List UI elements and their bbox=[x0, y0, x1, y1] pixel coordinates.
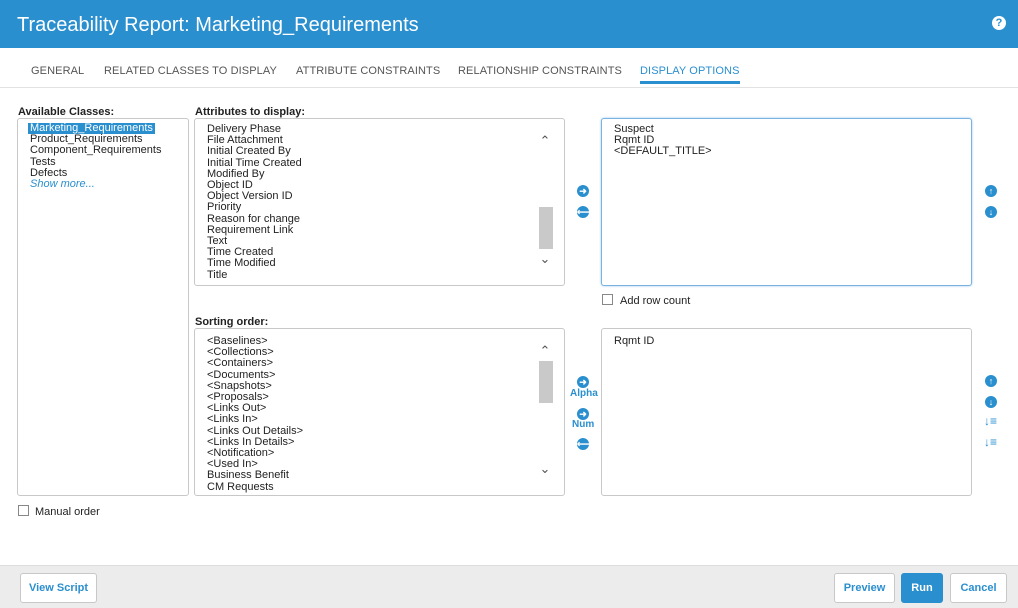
tab-bar: GENERAL RELATED CLASSES TO DISPLAY ATTRI… bbox=[0, 48, 1018, 88]
selected-attributes-list[interactable]: Suspect Rqmt ID <DEFAULT_TITLE> bbox=[601, 118, 972, 286]
sorting-scrollbar[interactable] bbox=[539, 361, 553, 403]
selected-attribute-item[interactable]: <DEFAULT_TITLE> bbox=[614, 146, 712, 157]
scroll-up-icon[interactable]: ⌃ bbox=[538, 133, 552, 149]
tab-general[interactable]: GENERAL bbox=[31, 65, 84, 77]
footer-bar: View Script Preview Run Cancel bbox=[0, 565, 1018, 608]
arrow-up-circle-icon[interactable]: ↑ bbox=[985, 185, 997, 197]
selected-sort-item[interactable]: Rqmt ID bbox=[614, 335, 654, 347]
question-icon[interactable]: ? bbox=[992, 16, 1006, 30]
show-more-link[interactable]: Show more... bbox=[30, 178, 161, 190]
arrow-left-circle-icon[interactable]: ⟵ bbox=[577, 206, 590, 218]
arrow-left-circle-icon[interactable]: ⟵ bbox=[577, 438, 590, 450]
add-row-count-label: Add row count bbox=[620, 295, 691, 307]
manual-order-label: Manual order bbox=[35, 506, 100, 518]
tab-attribute-constraints[interactable]: ATTRIBUTE CONSTRAINTS bbox=[296, 65, 440, 77]
attribute-item[interactable]: Time Modified bbox=[207, 258, 302, 269]
scrollbar-thumb[interactable] bbox=[539, 361, 553, 403]
attributes-list[interactable]: Delivery Phase File Attachment Initial C… bbox=[194, 118, 565, 286]
manual-order-checkbox[interactable] bbox=[18, 505, 29, 516]
class-item-component-requirements[interactable]: Component_Requirements bbox=[30, 145, 161, 156]
available-classes-label: Available Classes: bbox=[18, 106, 115, 118]
view-script-button[interactable]: View Script bbox=[20, 573, 97, 603]
sorting-order-label: Sorting order: bbox=[195, 316, 269, 328]
tab-relationship-constraints[interactable]: RELATIONSHIP CONSTRAINTS bbox=[458, 65, 622, 77]
tab-related-classes[interactable]: RELATED CLASSES TO DISPLAY bbox=[104, 65, 277, 77]
selected-sorting-list[interactable]: Rqmt ID bbox=[601, 328, 972, 496]
arrow-up-circle-icon[interactable]: ↑ bbox=[985, 375, 997, 387]
attribute-item[interactable]: Title bbox=[207, 269, 302, 281]
sort-ascending-icon[interactable]: ↓≡ bbox=[984, 414, 997, 428]
arrow-down-circle-icon[interactable]: ↓ bbox=[985, 396, 997, 408]
attribute-item[interactable]: Initial Created By bbox=[207, 146, 302, 157]
sort-descending-icon[interactable]: ↓≡ bbox=[984, 435, 997, 449]
sorting-list[interactable]: <Baselines> <Collections> <Containers> <… bbox=[194, 328, 565, 496]
scroll-down-icon[interactable]: ⌄ bbox=[538, 461, 552, 477]
attributes-scrollbar[interactable] bbox=[539, 207, 553, 249]
cancel-button[interactable]: Cancel bbox=[950, 573, 1007, 603]
attribute-item[interactable]: Priority bbox=[207, 202, 302, 213]
page-title: Traceability Report: Marketing_Requireme… bbox=[17, 14, 419, 36]
alpha-label[interactable]: Alpha bbox=[570, 388, 598, 399]
tab-display-options[interactable]: DISPLAY OPTIONS bbox=[640, 65, 740, 84]
arrow-right-circle-icon[interactable]: ➜ bbox=[577, 185, 589, 197]
sort-field-item[interactable]: CM Requests bbox=[207, 481, 303, 493]
scroll-up-icon[interactable]: ⌃ bbox=[538, 343, 552, 359]
available-classes-list[interactable]: Marketing_Requirements Product_Requireme… bbox=[17, 118, 189, 496]
preview-button[interactable]: Preview bbox=[834, 573, 895, 603]
add-alpha-sort-button[interactable]: ➜ bbox=[577, 376, 589, 388]
add-row-count-checkbox[interactable] bbox=[602, 294, 613, 305]
sort-field-item[interactable]: <Links In> bbox=[207, 414, 303, 425]
attributes-label: Attributes to display: bbox=[195, 106, 306, 118]
run-button[interactable]: Run bbox=[901, 573, 943, 603]
scroll-down-icon[interactable]: ⌄ bbox=[538, 251, 552, 267]
sort-field-item[interactable]: <Containers> bbox=[207, 358, 303, 369]
arrow-down-circle-icon[interactable]: ↓ bbox=[985, 206, 997, 218]
sort-field-item[interactable]: Business Benefit bbox=[207, 470, 303, 481]
num-label[interactable]: Num bbox=[572, 419, 594, 430]
title-bar: Traceability Report: Marketing_Requireme… bbox=[0, 0, 1018, 48]
scrollbar-thumb[interactable] bbox=[539, 207, 553, 249]
